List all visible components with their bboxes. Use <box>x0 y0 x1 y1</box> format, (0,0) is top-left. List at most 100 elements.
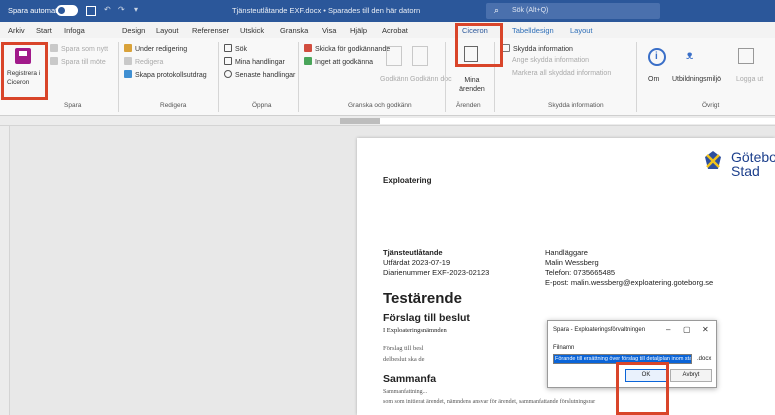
tab-granska[interactable]: Granska <box>280 26 308 35</box>
approve-doc-icon <box>304 57 312 65</box>
my-documents-button[interactable]: Mina handlingar <box>224 57 285 66</box>
edit-icon <box>124 57 132 65</box>
create-protocol-excerpt-button[interactable]: Skapa protokollsutdrag <box>124 70 207 79</box>
body-line-2: delbeslut ska de <box>383 356 425 363</box>
doc-type: Tjänsteutlåtande <box>383 248 443 257</box>
tab-visa[interactable]: Visa <box>322 26 336 35</box>
close-icon[interactable]: ✕ <box>702 325 709 334</box>
my-cases-button[interactable]: Mina ärenden <box>456 76 488 94</box>
file-extension: .docx <box>697 356 712 362</box>
tab-hjalp[interactable]: Hjälp <box>350 26 367 35</box>
vertical-ruler[interactable] <box>0 126 10 415</box>
body-line-4: som som initierat ärendet, nämndens ansv… <box>383 399 596 405</box>
group-divider <box>445 42 446 112</box>
tab-arkiv[interactable]: Arkiv <box>8 26 25 35</box>
logout-icon <box>738 48 754 64</box>
issued-date: Utfärdat 2023-07-19 <box>383 258 451 267</box>
group-divider <box>118 42 119 112</box>
tab-layout[interactable]: Layout <box>156 26 179 35</box>
document-heading: Testärende <box>383 290 462 307</box>
send-approval-icon <box>304 44 312 52</box>
skydda-group-label: Skydda information <box>548 102 604 109</box>
gothenburg-logo-icon <box>705 151 721 169</box>
redigera-group-label: Redigera <box>160 102 187 109</box>
tab-infoga[interactable]: Infoga <box>64 26 85 35</box>
training-users-icon: ᴥ <box>686 48 694 62</box>
ruler-text-area <box>380 118 775 124</box>
body-line-1: Förslag till besl <box>383 345 424 352</box>
reject-doc-icon <box>412 46 428 66</box>
tab-table-layout[interactable]: Layout <box>570 26 593 35</box>
about-button[interactable]: Om <box>648 76 659 83</box>
ribbon: Registrera i Ciceron Spara som nytt Spar… <box>0 38 775 116</box>
edit-button[interactable]: Redigera <box>124 57 163 66</box>
document-icon <box>224 57 232 65</box>
tab-acrobat[interactable]: Acrobat <box>382 26 408 35</box>
save-new-icon <box>50 44 58 52</box>
protocol-icon <box>124 70 132 78</box>
mark-all-protected-button[interactable]: Markera all skyddad information <box>512 70 611 77</box>
autosave-toggle[interactable] <box>56 5 78 16</box>
search-placeholder: Sök (Alt+Q) <box>512 7 549 14</box>
granska-group-label: Granska och godkänn <box>348 102 412 109</box>
body-line-3: Sammanfattning... <box>383 389 428 395</box>
mark-protected-button[interactable]: Ange skydda information <box>512 57 589 64</box>
recent-documents-button[interactable]: Senaste handlingar <box>224 70 295 79</box>
editing-icon <box>124 44 132 52</box>
nothing-to-approve-button[interactable]: Inget att godkänna <box>304 57 373 66</box>
undo-icon[interactable]: ↶ <box>104 5 111 14</box>
folder-search-icon <box>224 44 232 52</box>
ok-button-highlight <box>616 362 669 415</box>
handler-phone: Telefon: 0735665485 <box>545 268 616 277</box>
handler-email: E-post: malin.wessberg@exploatering.gote… <box>545 278 714 287</box>
handler-name: Malin Wessberg <box>545 258 599 267</box>
diarienummer: Diarienummer EXF-2023-02123 <box>383 268 490 277</box>
arenden-group-label: Ärenden <box>456 102 481 109</box>
oppna-group-label: Öppna <box>252 102 272 109</box>
minimize-icon[interactable]: – <box>666 325 670 334</box>
under-editing-button[interactable]: Under redigering <box>124 44 187 53</box>
tab-referenser[interactable]: Referenser <box>192 26 229 35</box>
horizontal-ruler[interactable] <box>0 116 775 126</box>
logo-line2: Stad <box>731 163 760 179</box>
protect-information-button[interactable]: Skydda information <box>502 44 573 53</box>
search-cases-button[interactable]: Sök <box>224 44 247 53</box>
redo-icon[interactable]: ↷ <box>118 5 125 14</box>
logo-text: GöteborgStad <box>731 150 775 178</box>
ribbon-tabs: Arkiv Start Infoga Design Layout Referen… <box>0 22 775 38</box>
save-to-meeting-button[interactable]: Spara till möte <box>50 57 106 66</box>
search-box[interactable]: ⌕ Sök (Alt+Q) <box>486 3 660 19</box>
save-icon[interactable] <box>86 6 96 16</box>
tab-start[interactable]: Start <box>36 26 52 35</box>
register-button-highlight <box>1 42 48 100</box>
tab-design[interactable]: Design <box>122 26 145 35</box>
save-meeting-icon <box>50 57 58 65</box>
filename-label: Filnamn <box>553 345 575 351</box>
send-for-approval-button[interactable]: Skicka för godkännande <box>304 44 390 53</box>
search-icon: ⌕ <box>494 5 500 15</box>
approve-button[interactable]: Godkänn <box>380 76 408 83</box>
title-bar: Spara automatiskt ↶ ↷ ▾ Tjänsteutlåtande… <box>0 0 775 22</box>
section-heading-summary: Sammanfa <box>383 373 437 385</box>
save-new-button[interactable]: Spara som nytt <box>50 44 108 53</box>
customize-toolbar-icon[interactable]: ▾ <box>134 5 138 14</box>
cancel-button[interactable]: Avbryt <box>670 369 712 382</box>
tab-tabelldesign[interactable]: Tabelldesign <box>512 26 554 35</box>
group-divider <box>298 42 299 112</box>
group-divider <box>636 42 637 112</box>
document-title: Tjänsteutlåtande EXF.docx • Sparades til… <box>232 6 421 15</box>
logout-button[interactable]: Logga ut <box>736 76 763 83</box>
approve-doc-icon <box>386 46 402 66</box>
tab-utskick[interactable]: Utskick <box>240 26 264 35</box>
clock-icon <box>224 70 232 78</box>
dialog-title: Spara - Exploateringsförvaltningen <box>553 327 646 333</box>
department-name: Exploatering <box>383 176 432 185</box>
protect-icon <box>502 44 510 52</box>
section-heading-proposal: Förslag till beslut <box>383 312 470 324</box>
handler-label: Handläggare <box>545 248 588 257</box>
maximize-icon[interactable]: ▢ <box>683 325 691 334</box>
group-divider <box>218 42 219 112</box>
training-env-button[interactable]: Utbildningsmiljö <box>672 76 721 83</box>
ruler-margin <box>340 118 380 124</box>
ovrigt-group-label: Övrigt <box>702 102 720 109</box>
